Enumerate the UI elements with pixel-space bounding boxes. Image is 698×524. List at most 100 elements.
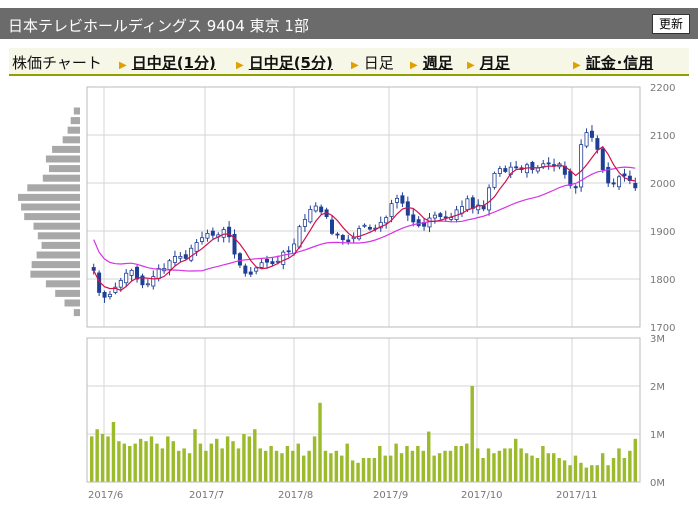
volume-bar — [144, 441, 148, 482]
volume-bar — [128, 446, 132, 482]
volume-bar — [176, 450, 181, 482]
price-tick-label: 2000 — [650, 179, 675, 190]
volume-profile-bar — [30, 270, 80, 278]
candle-body — [221, 229, 226, 238]
volume-bar — [138, 438, 143, 482]
volume-bar — [611, 458, 616, 482]
volume-bar — [454, 446, 458, 482]
volume-bar — [247, 436, 252, 482]
volume-bar — [584, 467, 589, 482]
candle-body — [481, 205, 486, 210]
volume-bar — [296, 443, 300, 482]
volume-bar — [160, 448, 165, 482]
volume-bar — [220, 448, 224, 482]
candle-body — [611, 182, 616, 185]
candle-body — [270, 261, 275, 265]
candle-body — [357, 228, 362, 240]
candle-body — [530, 162, 535, 170]
candle-body — [503, 168, 508, 172]
volume-profile-bar — [70, 117, 80, 125]
candle-body — [330, 219, 335, 234]
date-tick-label: 2017/7 — [189, 490, 224, 501]
candle-body — [400, 195, 405, 204]
candle-body — [487, 187, 492, 211]
volume-bar — [600, 453, 605, 482]
volume-bar — [318, 402, 322, 482]
volume-bar — [410, 450, 415, 482]
candle-body — [156, 268, 161, 279]
volume-bar — [356, 462, 360, 482]
volume-bar — [552, 453, 556, 482]
volume-bar — [557, 458, 561, 482]
volume-bar — [122, 443, 127, 482]
volume-profile-bar — [42, 174, 80, 182]
candle-body — [172, 256, 177, 263]
volume-profile-bar — [64, 299, 80, 307]
volume-bar — [568, 465, 572, 482]
candle-body — [200, 237, 205, 242]
candle-body — [308, 208, 313, 223]
candle-body — [568, 170, 573, 186]
volume-bar — [95, 429, 99, 482]
volume-bar — [242, 434, 246, 482]
volume-bar — [459, 446, 464, 482]
volume-bar — [236, 448, 241, 482]
candle-body — [470, 197, 475, 209]
volume-bar — [486, 448, 491, 482]
volume-bar — [573, 455, 578, 482]
candle-body — [178, 256, 183, 259]
volume-profile-bar — [24, 213, 80, 221]
candle-body — [335, 233, 340, 236]
volume-bar — [187, 453, 192, 482]
volume-bar — [312, 436, 317, 482]
volume-bar — [590, 465, 594, 482]
volume-bar — [209, 443, 214, 482]
volume-bar — [481, 458, 485, 482]
volume-bar — [437, 453, 442, 482]
volume-bar — [622, 458, 627, 482]
volume-bar — [383, 455, 387, 482]
volume-bar — [301, 455, 306, 482]
candle-body — [91, 267, 96, 271]
candle-body — [145, 283, 150, 286]
price-tick-label: 2200 — [650, 83, 675, 94]
candle-body — [633, 182, 638, 189]
volume-bar — [579, 462, 583, 482]
volume-tick-label: 2M — [650, 382, 665, 393]
candle-body — [189, 247, 194, 261]
candle-body — [107, 293, 112, 298]
candle-body — [600, 148, 605, 170]
volume-bar — [345, 443, 349, 482]
volume-bar — [280, 453, 284, 482]
volume-axis-ticks: 3M 2M 1M 0M — [650, 334, 665, 489]
candle-body — [595, 138, 600, 150]
volume-bar — [182, 448, 186, 482]
candle-body — [394, 197, 399, 203]
volume-bar — [388, 455, 393, 482]
candle-body — [346, 239, 351, 242]
candle-body — [589, 130, 594, 138]
candle-body — [297, 226, 302, 248]
date-tick-label: 2017/8 — [278, 490, 313, 501]
volume-bar — [106, 436, 110, 482]
candle-body — [259, 262, 264, 268]
volume-bar — [193, 429, 197, 482]
volume-profile-bar — [18, 193, 80, 201]
volume-profile-bar — [67, 126, 80, 134]
volume-bar — [263, 450, 268, 482]
volume-bar — [421, 450, 426, 482]
volume-bar — [405, 446, 409, 482]
volume-bar — [307, 450, 311, 482]
volume-profile-bar — [73, 107, 80, 115]
volume-profile-bar — [62, 136, 80, 144]
volume-bar — [443, 450, 447, 482]
date-tick-label: 2017/6 — [88, 490, 123, 501]
volume-bar — [269, 446, 273, 482]
candle-body — [286, 250, 291, 253]
candle-body — [183, 254, 188, 259]
volume-profile — [18, 107, 81, 317]
volume-bar — [149, 436, 154, 482]
candle-body — [151, 276, 156, 287]
candle-body — [514, 166, 519, 169]
candle-body — [135, 266, 140, 280]
